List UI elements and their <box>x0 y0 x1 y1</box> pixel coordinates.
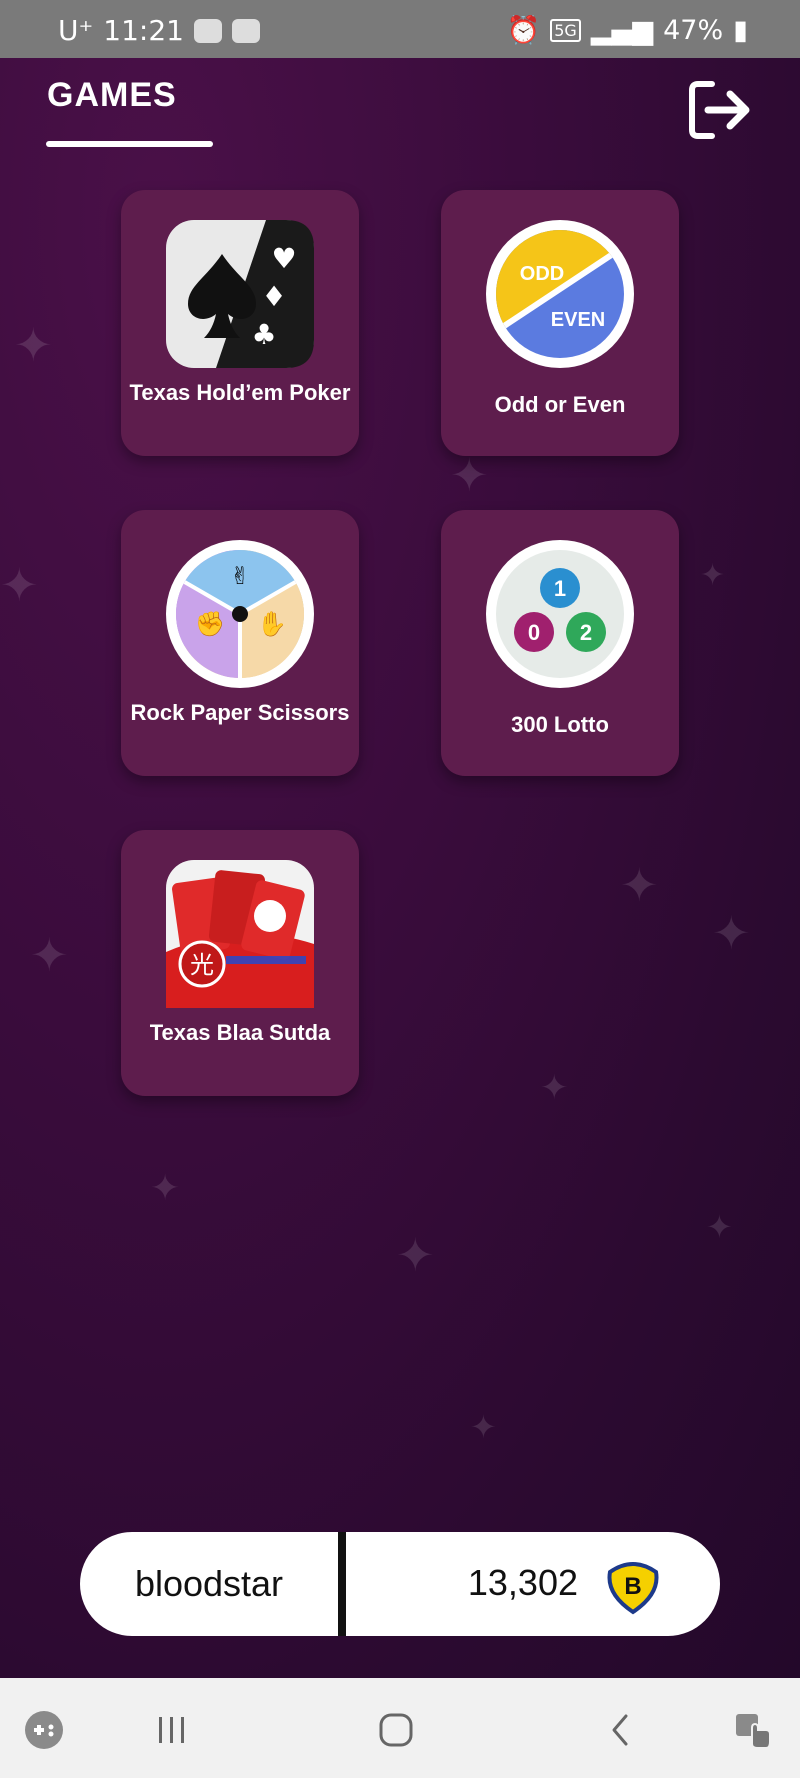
user-balance-bar: bloodstar 13,302 B <box>80 1532 720 1636</box>
recent-apps-button[interactable] <box>150 1708 194 1752</box>
coin-icon: B <box>602 1554 664 1616</box>
svg-text:♥: ♥ <box>271 242 296 275</box>
svg-text:ODD: ODD <box>520 263 564 285</box>
gamepad-icon <box>25 1711 63 1749</box>
game-card-odd-or-even[interactable]: ODD EVEN Odd or Even <box>441 190 679 456</box>
game-launcher-button[interactable] <box>22 1708 66 1752</box>
touch-assist-icon <box>736 1714 771 1749</box>
gallery-icon <box>231 18 260 43</box>
battery-level: 47% <box>663 14 724 46</box>
carrier-label: U⁺ <box>58 14 94 47</box>
sparkle-icon: ✦ <box>540 1068 569 1108</box>
game-label: Odd or Even <box>494 392 626 417</box>
divider <box>338 1532 346 1636</box>
sparkle-icon: ✦ <box>620 858 659 912</box>
sparkle-icon: ✦ <box>396 1228 435 1282</box>
svg-text:♦: ♦ <box>261 280 286 313</box>
game-card-texas-holdem[interactable]: ♥ ♦ ♣ Texas Hold’em Poker <box>121 190 359 456</box>
svg-text:B: B <box>624 1573 641 1600</box>
game-label: Rock Paper Scissors <box>130 700 350 725</box>
game-label: 300 Lotto <box>511 712 609 737</box>
signal-icon: ▂▄▆ <box>590 14 654 46</box>
accessibility-button[interactable] <box>730 1708 774 1752</box>
sparkle-icon: ✦ <box>450 448 489 502</box>
svg-text:✋: ✋ <box>257 610 287 638</box>
game-label: Texas Hold’em Poker <box>129 380 351 405</box>
svg-text:✊: ✊ <box>195 610 225 638</box>
home-icon <box>379 1713 413 1747</box>
battery-icon: ▮ <box>733 14 748 46</box>
sparkle-icon: ✦ <box>470 1408 497 1446</box>
alarm-icon: ⏰ <box>506 15 541 46</box>
balance-panel: 13,302 B <box>346 1532 720 1636</box>
svg-text:1: 1 <box>554 576 566 601</box>
game-card-300-lotto[interactable]: 1 0 2 300 Lotto <box>441 510 679 776</box>
svg-text:光: 光 <box>190 951 214 979</box>
sparkle-icon: ✦ <box>706 1208 733 1246</box>
system-nav-bar <box>0 1678 800 1778</box>
messenger-icon <box>193 18 222 43</box>
rock-paper-scissors-icon: ✌ ✊ ✋ <box>166 540 314 688</box>
logout-icon <box>689 81 750 139</box>
sutda-icon: 光 <box>166 860 314 1008</box>
recent-apps-icon <box>159 1717 184 1743</box>
lotto-icon: 1 0 2 <box>486 540 634 688</box>
odd-even-icon: ODD EVEN <box>486 220 634 368</box>
poker-icon: ♥ ♦ ♣ <box>166 220 314 368</box>
back-button[interactable] <box>598 1708 642 1752</box>
home-button[interactable] <box>374 1708 418 1752</box>
clock: 11:21 <box>103 14 184 47</box>
game-label: Texas Blaa Sutda <box>149 1020 331 1045</box>
sparkle-icon: ✦ <box>700 558 726 593</box>
page-title: GAMES <box>47 76 177 114</box>
title-underline <box>46 141 213 147</box>
logout-button[interactable] <box>686 78 756 142</box>
username: bloodstar <box>80 1532 338 1636</box>
balance-amount: 13,302 <box>467 1562 578 1603</box>
sparkle-icon: ✦ <box>712 906 751 960</box>
back-icon <box>612 1714 628 1746</box>
network-type: 5G <box>550 18 581 42</box>
svg-text:2: 2 <box>580 620 592 645</box>
sparkle-icon: ✦ <box>14 318 53 372</box>
game-card-rock-paper-scissors[interactable]: ✌ ✊ ✋ Rock Paper Scissors <box>121 510 359 776</box>
svg-text:EVEN: EVEN <box>551 309 605 331</box>
svg-text:✌: ✌ <box>230 562 250 590</box>
svg-text:♣: ♣ <box>251 318 276 351</box>
game-card-texas-blaa-sutda[interactable]: 光 Texas Blaa Sutda <box>121 830 359 1096</box>
svg-text:0: 0 <box>528 620 540 645</box>
sparkle-icon: ✦ <box>30 928 69 982</box>
status-bar: U⁺ 11:21 ⏰ 5G ▂▄▆ 47% ▮ <box>0 0 800 58</box>
games-screen: ✦ ✦ ✦ ✦ ✦ ✦ ✦ ✦ ✦ ✦ ✦ ✦ GAMES ♥ ♦ ♣ Texa… <box>0 58 800 1678</box>
sparkle-icon: ✦ <box>0 558 39 612</box>
sparkle-icon: ✦ <box>150 1168 181 1209</box>
